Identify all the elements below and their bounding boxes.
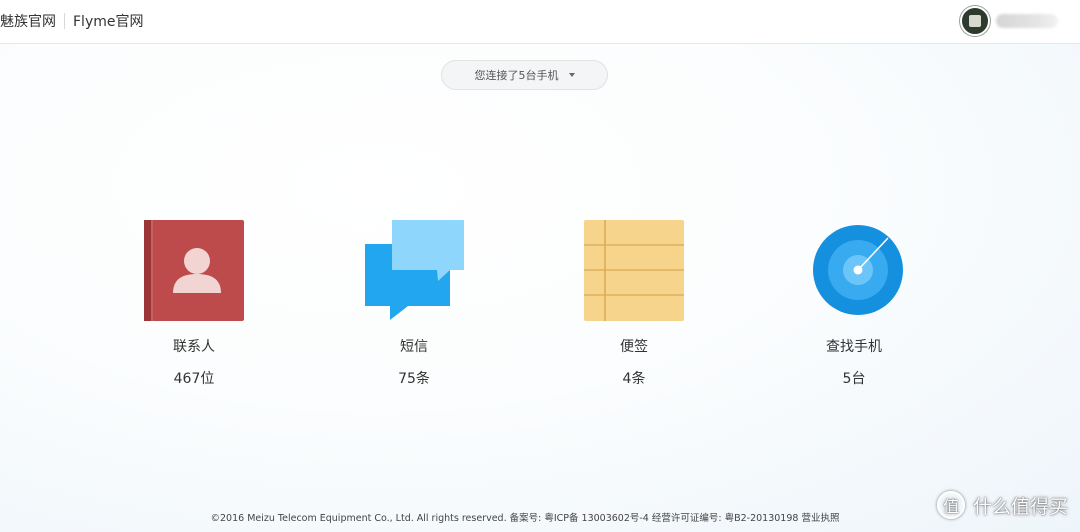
tile-notes[interactable]: 便签 4条 bbox=[554, 220, 714, 388]
watermark-logo-icon: 值 bbox=[936, 491, 965, 519]
tile-find-phone-label: 查找手机 bbox=[826, 339, 882, 355]
contacts-icon bbox=[144, 220, 244, 321]
tile-find-phone[interactable]: 查找手机 5台 bbox=[774, 220, 934, 388]
footer-copyright: ©2016 Meizu Telecom Equipment Co., Ltd. … bbox=[210, 513, 840, 524]
tile-contacts-label: 联系人 bbox=[173, 339, 215, 355]
user-menu[interactable] bbox=[960, 6, 1058, 36]
find-phone-icon bbox=[804, 220, 904, 321]
tile-notes-count: 4条 bbox=[622, 371, 646, 387]
meizu-official-link[interactable]: 魅族官网 bbox=[0, 11, 56, 31]
top-bar: 魅族官网 Flyme官网 bbox=[0, 0, 1080, 44]
notes-icon bbox=[584, 220, 684, 321]
watermark-text: 什么值得买 bbox=[972, 495, 1068, 518]
brand-divider bbox=[64, 13, 65, 29]
chevron-down-icon bbox=[568, 73, 575, 77]
tile-messages[interactable]: 短信 75条 bbox=[334, 220, 494, 388]
device-selector[interactable]: 您连接了5台手机 bbox=[441, 60, 608, 90]
tile-notes-label: 便签 bbox=[620, 339, 648, 355]
messages-icon bbox=[364, 220, 464, 321]
tile-contacts-count: 467位 bbox=[173, 371, 215, 387]
flyme-official-link[interactable]: Flyme官网 bbox=[73, 11, 143, 31]
brand-links: 魅族官网 Flyme官网 bbox=[0, 11, 143, 31]
avatar[interactable] bbox=[960, 6, 990, 36]
tile-messages-count: 75条 bbox=[398, 371, 430, 387]
watermark: 值 什么值得买 bbox=[936, 491, 1068, 519]
tile-contacts[interactable]: 联系人 467位 bbox=[114, 220, 274, 388]
tile-find-phone-count: 5台 bbox=[842, 371, 866, 387]
device-selector-label: 您连接了5台手机 bbox=[474, 69, 559, 82]
username-blurred[interactable] bbox=[996, 14, 1058, 28]
tile-messages-label: 短信 bbox=[400, 339, 428, 355]
